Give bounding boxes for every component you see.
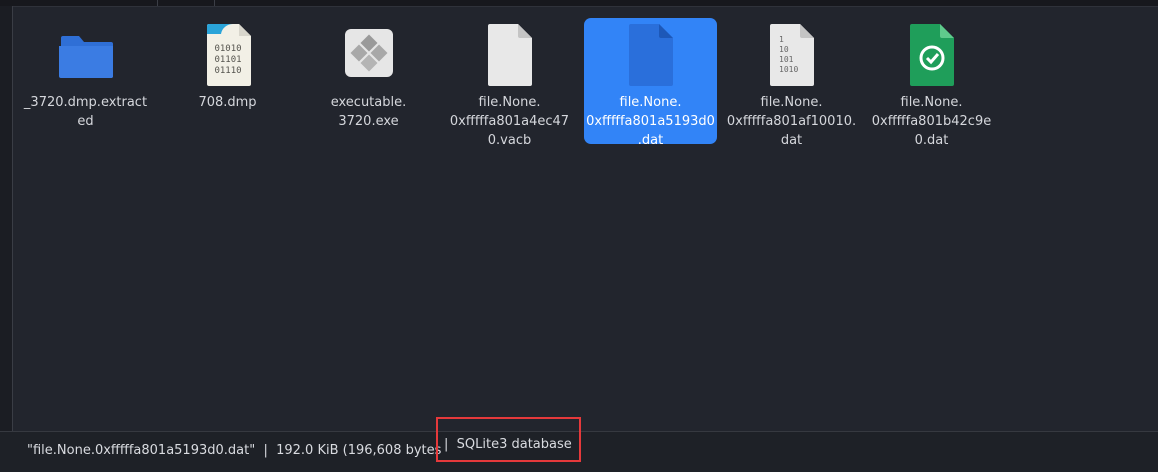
file-item-vacb[interactable]: file.None. 0xfffffa801a4ec47 0.vacb (443, 18, 576, 148)
file-manager-window: _3720.dmp.extract ed 01010 01101 01110 7… (0, 0, 1158, 472)
file-item-label: _3720.dmp.extract ed (23, 95, 148, 129)
status-file-type: | SQLite3 database (436, 417, 581, 462)
generic-file-icon (477, 24, 543, 86)
tab-divider (214, 0, 215, 6)
binary-data-file-icon: 1 10 101 1010 (759, 24, 825, 86)
file-item-label: file.None. 0xfffffa801af10010. dat (726, 95, 857, 148)
torrent-file-icon (899, 24, 965, 86)
sidebar-edge[interactable] (0, 6, 13, 436)
folder-icon (53, 24, 119, 86)
svg-text:1: 1 (779, 35, 784, 44)
file-item-label: file.None. 0xfffffa801a5193d0 .dat (586, 95, 715, 148)
file-item-executable[interactable]: executable. 3720.exe (302, 18, 435, 144)
file-item-label: executable. 3720.exe (330, 95, 407, 129)
file-item-binary-dat[interactable]: 1 10 101 1010 file.None. 0xfffffa801af10… (725, 18, 858, 148)
file-item-torrent-dat[interactable]: file.None. 0xfffffa801b42c9e 0.dat (865, 18, 998, 148)
svg-text:10: 10 (779, 45, 789, 54)
file-item-label: file.None. 0xfffffa801b42c9e 0.dat (871, 95, 992, 148)
svg-text:1010: 1010 (779, 65, 798, 74)
file-grid: _3720.dmp.extract ed 01010 01101 01110 7… (13, 7, 1158, 430)
toolbar-edge (0, 0, 1158, 7)
executable-file-icon (336, 24, 402, 86)
status-file-info: "file.None.0xfffffa801a5193d0.dat" | 192… (27, 443, 442, 458)
file-item-label: file.None. 0xfffffa801a4ec47 0.vacb (449, 95, 570, 148)
svg-text:01010: 01010 (214, 44, 241, 54)
binary-file-icon: 01010 01101 01110 (195, 23, 261, 86)
svg-text:01101: 01101 (214, 55, 241, 65)
svg-text:01110: 01110 (214, 66, 241, 76)
file-item-label: 708.dmp (198, 95, 257, 110)
file-item-extracted-folder[interactable]: _3720.dmp.extract ed (19, 18, 152, 144)
file-item-708-dmp[interactable]: 01010 01101 01110 708.dmp (161, 18, 294, 144)
svg-text:101: 101 (779, 55, 794, 64)
selected-file-icon (618, 24, 684, 86)
file-item-selected-dat[interactable]: file.None. 0xfffffa801a5193d0 .dat (584, 18, 717, 148)
tab-divider (157, 0, 158, 6)
